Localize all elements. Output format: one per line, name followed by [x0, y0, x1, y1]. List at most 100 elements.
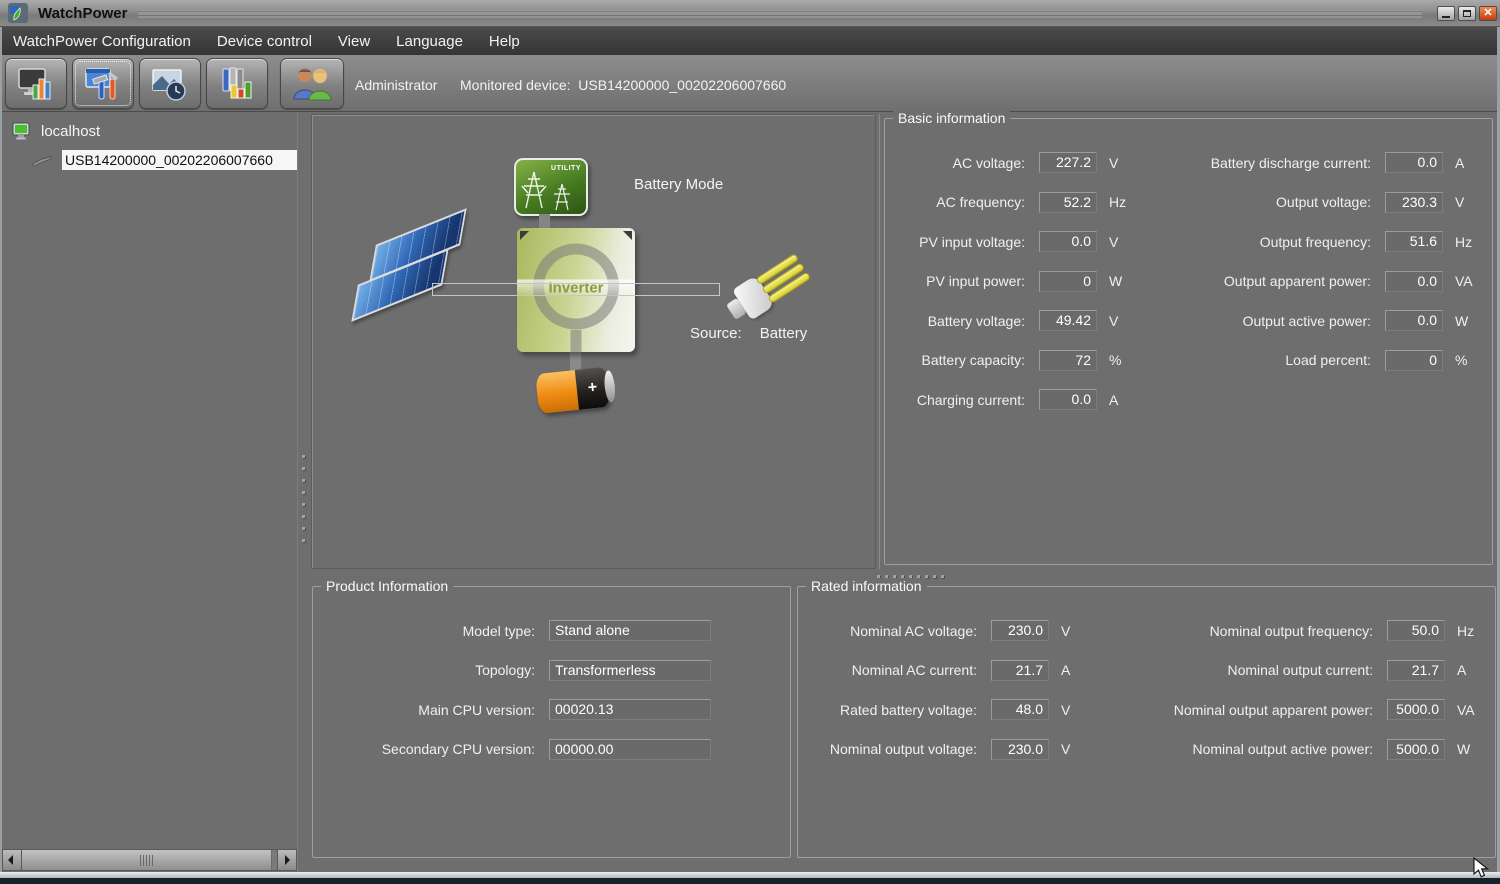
minimize-icon: [1442, 16, 1450, 18]
tree-device-label: USB14200000_00202206007660: [62, 150, 298, 170]
maximize-button[interactable]: [1458, 6, 1476, 21]
field-row: Nominal output current:21.7A: [1090, 651, 1485, 691]
monitor-chart-icon: [16, 65, 56, 103]
rated-info-left-column: Nominal AC voltage:230.0V Nominal AC cur…: [806, 587, 1089, 769]
menu-help[interactable]: Help: [476, 27, 533, 55]
field-value: 00020.13: [549, 699, 711, 720]
field-label: Nominal output frequency:: [1090, 623, 1387, 639]
field-label: Battery capacity:: [893, 352, 1039, 368]
settings-tools-icon: [83, 65, 123, 103]
field-unit: A: [1445, 662, 1485, 678]
field-row: Main CPU version:00020.13: [321, 690, 711, 730]
field-value: 227.2: [1039, 152, 1097, 173]
books-chart-icon: [217, 65, 257, 103]
utility-icon: UTILITY: [514, 158, 588, 216]
field-row: Battery voltage:49.42V: [893, 301, 1137, 341]
toolbar: Administrator Monitored device: USB14200…: [0, 55, 1500, 112]
field-label: Output frequency:: [1143, 234, 1385, 250]
sidebar-horizontal-scrollbar: [2, 849, 297, 871]
field-label: Output voltage:: [1143, 194, 1385, 210]
photo-clock-icon: [150, 65, 190, 103]
current-user: Administrator: [355, 77, 437, 93]
field-row: PV input power:0W: [893, 262, 1137, 302]
field-row: PV input voltage:0.0V: [893, 222, 1137, 262]
field-row: Nominal output active power:5000.0W: [1090, 730, 1485, 770]
menu-language[interactable]: Language: [383, 27, 476, 55]
usb-device-icon: [30, 153, 54, 167]
field-row: Output voltage:230.3V: [1143, 183, 1483, 223]
field-label: PV input voltage:: [893, 234, 1039, 250]
field-row: Output apparent power:0.0VA: [1143, 262, 1483, 302]
field-value: 0.0: [1385, 310, 1443, 331]
field-row: Nominal AC voltage:230.0V: [806, 611, 1089, 651]
field-unit: V: [1049, 741, 1089, 757]
field-value: 5000.0: [1387, 739, 1445, 760]
product-information-panel: Product Information Model type:Stand alo…: [312, 586, 791, 858]
utility-text: UTILITY: [551, 165, 581, 172]
field-unit: V: [1049, 623, 1089, 639]
title-bar: WatchPower ✕: [0, 0, 1500, 27]
field-value: 230.3: [1385, 192, 1443, 213]
scroll-left-button[interactable]: [3, 850, 22, 870]
monitoring-button[interactable]: [5, 58, 67, 109]
basic-info-left-column: AC voltage:227.2V AC frequency:52.2Hz PV…: [893, 119, 1137, 420]
field-label: Secondary CPU version:: [321, 741, 549, 757]
data-record-button[interactable]: [139, 58, 201, 109]
scroll-right-button[interactable]: [277, 850, 296, 870]
watchpower-window: WatchPower ✕ WatchPower Configuration De…: [0, 0, 1500, 872]
scroll-left-icon: [8, 855, 13, 865]
menu-bar: WatchPower Configuration Device control …: [0, 27, 1500, 55]
menu-view[interactable]: View: [325, 27, 383, 55]
field-label: PV input power:: [893, 273, 1039, 289]
field-unit: A: [1443, 155, 1483, 171]
field-row: Nominal output apparent power:5000.0VA: [1090, 690, 1485, 730]
scroll-right-icon: [285, 855, 290, 865]
parameter-setting-button[interactable]: [72, 58, 134, 109]
user-management-button[interactable]: [280, 58, 344, 109]
field-row: Nominal output frequency:50.0Hz: [1090, 611, 1485, 651]
tree-item-device[interactable]: USB14200000_00202206007660: [30, 150, 298, 170]
tree-root-label: localhost: [41, 123, 100, 140]
source-status: Source: Battery: [690, 325, 807, 342]
rated-info-right-column: Nominal output frequency:50.0Hz Nominal …: [1090, 587, 1485, 769]
field-label: Nominal AC current:: [806, 662, 991, 678]
field-value: 48.0: [991, 699, 1049, 720]
monitored-device-label: Monitored device:: [460, 77, 571, 93]
basic-information-panel: Basic information AC voltage:227.2V AC f…: [884, 118, 1493, 565]
field-unit: Hz: [1445, 623, 1485, 639]
maximize-icon: [1463, 10, 1471, 17]
solar-panel-icon: [347, 219, 477, 329]
field-unit: %: [1097, 352, 1137, 368]
field-row: Load percent:0%: [1143, 341, 1483, 381]
field-label: Model type:: [321, 623, 549, 639]
field-label: Battery discharge current:: [1143, 155, 1385, 171]
menu-watchpower-configuration[interactable]: WatchPower Configuration: [0, 27, 204, 55]
minimize-button[interactable]: [1437, 6, 1455, 21]
menu-device-control[interactable]: Device control: [204, 27, 325, 55]
scrollbar-thumb[interactable]: [22, 850, 272, 870]
app-icon: [8, 3, 28, 23]
field-label: Nominal output apparent power:: [1090, 702, 1387, 718]
product-info-column: Model type:Stand alone Topology:Transfor…: [321, 587, 711, 769]
field-row: Topology:Transformerless: [321, 651, 711, 691]
field-row: Nominal output voltage:230.0V: [806, 730, 1089, 770]
field-value: 49.42: [1039, 310, 1097, 331]
field-row: Rated battery voltage:48.0V: [806, 690, 1089, 730]
sidebar-splitter[interactable]: [297, 113, 310, 872]
field-label: Rated battery voltage:: [806, 702, 991, 718]
field-row: Secondary CPU version:00000.00: [321, 730, 711, 770]
field-value: 230.0: [991, 620, 1049, 641]
tree-item-localhost[interactable]: localhost: [12, 122, 100, 141]
mouse-cursor: [1473, 857, 1491, 879]
computer-icon: [12, 122, 33, 141]
event-log-button[interactable]: [206, 58, 268, 109]
field-unit: V: [1097, 155, 1137, 171]
field-row: AC voltage:227.2V: [893, 143, 1137, 183]
field-row: Model type:Stand alone: [321, 611, 711, 651]
close-button[interactable]: ✕: [1479, 6, 1497, 21]
source-value: Battery: [760, 325, 808, 342]
field-value: Transformerless: [549, 660, 711, 681]
field-unit: VA: [1445, 702, 1485, 718]
operating-mode-label: Battery Mode: [634, 176, 723, 193]
load-lamp-icon: [714, 245, 824, 325]
